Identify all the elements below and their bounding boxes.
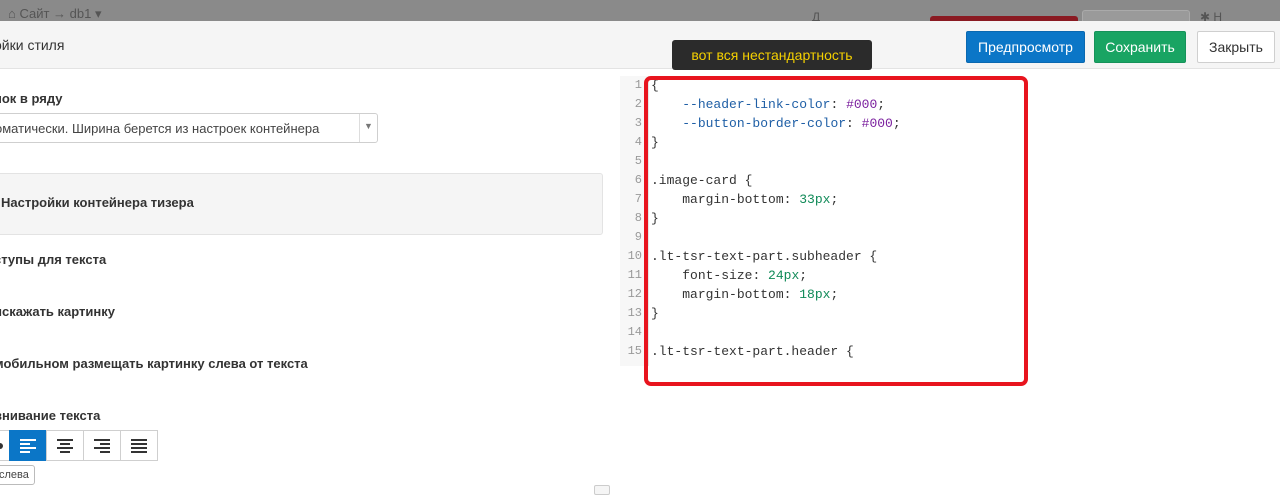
text-align-group <box>0 430 158 462</box>
dot-icon <box>0 442 3 449</box>
app-top-bar: ⌂ Сайт → db1 ▾ Д ✱ Н <box>0 0 1280 21</box>
per-row-select[interactable]: оматически. Ширина берется из настроек к… <box>0 113 378 143</box>
top-bar-user-menu[interactable]: ✱ Н <box>1200 10 1222 21</box>
mobile-image-left-label[interactable]: мобильном размещать картинку слева от те… <box>0 356 308 371</box>
red-highlight-box <box>644 76 1028 386</box>
resize-handle[interactable] <box>594 485 610 495</box>
align-center-icon <box>57 438 73 453</box>
align-center-button[interactable] <box>46 430 84 461</box>
chevron-down-icon: ▼ <box>364 121 373 131</box>
select-arrow[interactable]: ▼ <box>359 114 377 142</box>
modal-title: ойки стиля <box>0 37 65 53</box>
close-button[interactable]: Закрыть <box>1197 31 1275 63</box>
line-number: 10 <box>627 249 642 263</box>
line-number: 3 <box>634 116 642 130</box>
line-number: 15 <box>627 344 642 358</box>
top-bar-link[interactable]: Д <box>812 10 820 21</box>
per-row-select-value: оматически. Ширина берется из настроек к… <box>0 121 320 136</box>
align-tooltip: слева <box>0 465 35 485</box>
line-number: 13 <box>627 306 642 320</box>
align-left-button[interactable] <box>9 430 47 461</box>
per-row-label: нок в ряду <box>0 91 63 106</box>
save-button[interactable]: Сохранить <box>1094 31 1186 63</box>
line-number: 4 <box>634 135 642 149</box>
line-number: 6 <box>634 173 642 187</box>
top-bar-gray-button[interactable] <box>1082 10 1190 21</box>
line-number: 11 <box>627 268 642 282</box>
modal-header: ойки стиля Предпросмотр Сохранить Закрыт… <box>0 21 1280 69</box>
line-number: 14 <box>627 325 642 339</box>
align-justify-icon <box>131 438 147 453</box>
align-left-icon <box>20 438 36 453</box>
line-number: 5 <box>634 154 642 168</box>
align-justify-button[interactable] <box>120 430 158 461</box>
line-number: 12 <box>627 287 642 301</box>
no-distort-image-label[interactable]: искажать картинку <box>0 304 115 319</box>
line-number: 9 <box>634 230 642 244</box>
preview-button[interactable]: Предпросмотр <box>966 31 1085 63</box>
teaser-container-label: Настройки контейнера тизера <box>1 195 194 210</box>
line-number: 2 <box>634 97 642 111</box>
line-number: 7 <box>634 192 642 206</box>
align-right-button[interactable] <box>83 430 121 461</box>
text-padding-label[interactable]: ступы для текста <box>0 252 106 267</box>
annotation-tooltip: вот вся нестандартность <box>672 40 872 70</box>
site-breadcrumb[interactable]: ⌂ Сайт → db1 ▾ <box>8 6 102 21</box>
text-align-label: внивание текста <box>0 408 101 423</box>
teaser-container-section[interactable]: Настройки контейнера тизера <box>0 173 603 235</box>
line-number: 8 <box>634 211 642 225</box>
line-number: 1 <box>634 78 642 92</box>
align-right-icon <box>94 438 110 453</box>
